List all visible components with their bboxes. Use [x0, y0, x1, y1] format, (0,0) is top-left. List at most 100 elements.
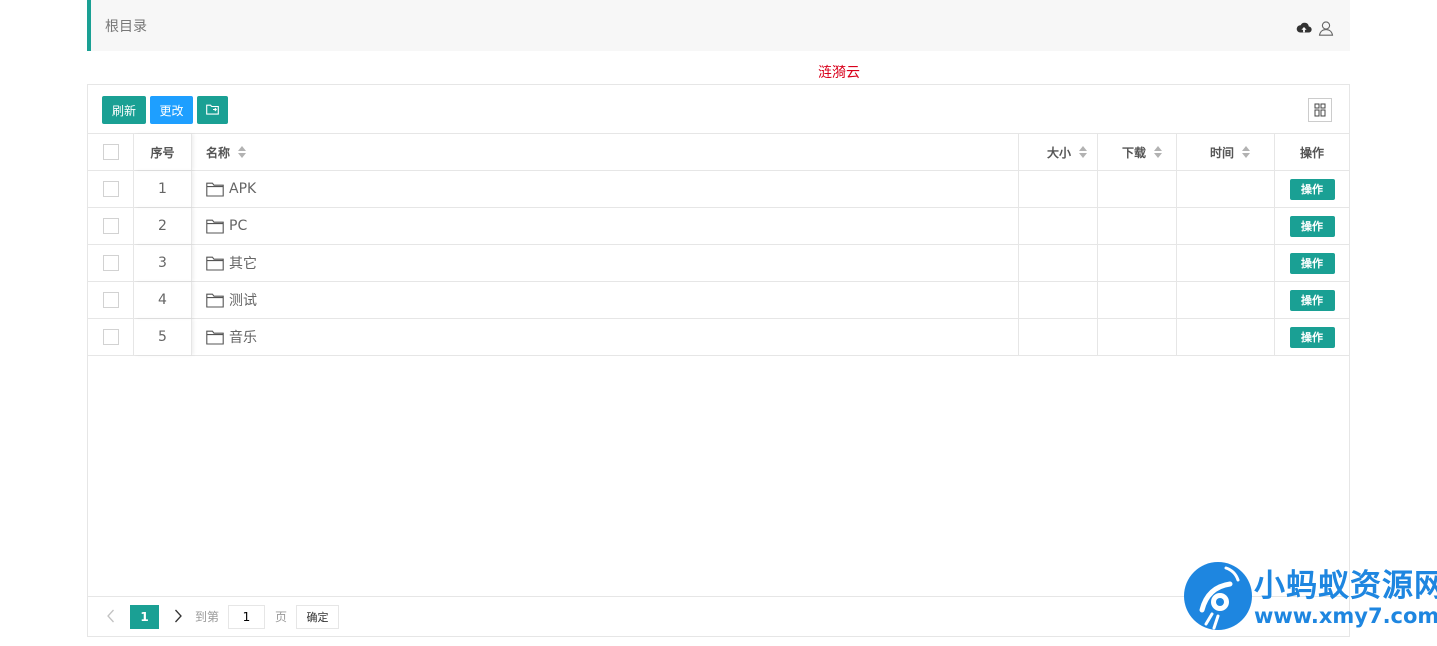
row-time	[1177, 208, 1275, 244]
current-page[interactable]: 1	[130, 605, 159, 629]
table-body: 1 APK 操作 2 PC 操作 3 其它 操作 4 测试 操作 5 音乐 操作	[88, 171, 1349, 356]
header-time-label: 时间	[1209, 145, 1234, 160]
watermark-url: www.xmy7.com	[1254, 604, 1437, 628]
row-index: 1	[134, 171, 192, 207]
row-name-cell[interactable]: PC	[192, 208, 1019, 244]
select-all-checkbox[interactable]	[102, 144, 119, 160]
row-name-cell[interactable]: 其它	[192, 245, 1019, 281]
folder-move-button[interactable]	[197, 96, 228, 124]
columns-filter-button[interactable]	[1308, 98, 1332, 122]
goto-label: 到第	[195, 610, 220, 624]
row-name[interactable]: 其它	[229, 253, 257, 273]
row-downloads	[1098, 208, 1177, 244]
breadcrumb-bar: 根目录	[87, 0, 1350, 51]
columns-grid-icon	[1314, 103, 1326, 117]
header-checkbox-cell	[88, 134, 134, 170]
row-downloads	[1098, 171, 1177, 207]
folder-icon	[206, 330, 224, 345]
row-index: 5	[134, 319, 192, 355]
header-name-label: 名称	[206, 145, 231, 160]
folder-icon	[206, 182, 224, 197]
row-name[interactable]: APK	[229, 181, 256, 197]
row-downloads	[1098, 282, 1177, 318]
row-actions-cell: 操作	[1275, 208, 1349, 244]
brand-name: 涟漪云	[818, 65, 860, 81]
row-checkbox[interactable]	[102, 292, 119, 308]
table-row[interactable]: 5 音乐 操作	[88, 319, 1349, 356]
watermark-title: 小蚂蚁资源网	[1254, 568, 1437, 604]
sort-icon[interactable]	[238, 145, 247, 159]
table-row[interactable]: 2 PC 操作	[88, 208, 1349, 245]
row-time	[1177, 171, 1275, 207]
page-label: 页	[275, 610, 288, 624]
pagination: 1 到第 页 确定	[88, 596, 1349, 637]
folder-move-icon	[206, 104, 219, 115]
refresh-button[interactable]: 刷新	[102, 96, 146, 124]
folder-icon	[206, 256, 224, 271]
table-row[interactable]: 4 测试 操作	[88, 282, 1349, 319]
row-checkbox[interactable]	[102, 181, 119, 197]
row-time	[1177, 245, 1275, 281]
row-checkbox[interactable]	[102, 329, 119, 345]
sort-icon[interactable]	[1154, 145, 1162, 159]
row-checkbox[interactable]	[102, 218, 119, 234]
row-action-button[interactable]: 操作	[1289, 252, 1335, 274]
row-action-button[interactable]: 操作	[1289, 178, 1335, 200]
row-checkbox-cell	[88, 319, 134, 355]
table-row[interactable]: 1 APK 操作	[88, 171, 1349, 208]
row-size	[1019, 171, 1098, 207]
breadcrumb[interactable]: 根目录	[105, 16, 147, 36]
row-downloads	[1098, 319, 1177, 355]
header-name[interactable]: 名称	[192, 134, 1019, 170]
row-checkbox-cell	[88, 208, 134, 244]
row-time	[1177, 319, 1275, 355]
chevron-left-icon[interactable]	[104, 607, 118, 625]
row-checkbox-cell	[88, 282, 134, 318]
header-size[interactable]: 大小	[1019, 134, 1098, 170]
header-downloads[interactable]: 下载	[1098, 134, 1177, 170]
sort-icon[interactable]	[1079, 145, 1087, 159]
cloud-upload-icon[interactable]	[1296, 20, 1312, 36]
row-action-button[interactable]: 操作	[1289, 326, 1335, 348]
row-index: 4	[134, 282, 192, 318]
row-name-cell[interactable]: APK	[192, 171, 1019, 207]
row-name[interactable]: 音乐	[229, 327, 257, 347]
row-downloads	[1098, 245, 1177, 281]
header-time[interactable]: 时间	[1177, 134, 1275, 170]
header-downloads-label: 下载	[1121, 145, 1146, 160]
row-actions-cell: 操作	[1275, 282, 1349, 318]
confirm-button[interactable]: 确定	[296, 605, 339, 629]
page-number-input[interactable]	[228, 605, 265, 629]
folder-icon	[206, 219, 224, 234]
chevron-right-icon[interactable]	[171, 607, 185, 625]
header-size-label: 大小	[1046, 145, 1071, 160]
row-time	[1177, 282, 1275, 318]
header-actions: 操作	[1299, 145, 1324, 160]
row-index: 3	[134, 245, 192, 281]
table-header-row: 序号 名称 大小 下载 时间 操作	[88, 134, 1349, 171]
row-name-cell[interactable]: 测试	[192, 282, 1019, 318]
row-action-button[interactable]: 操作	[1289, 215, 1335, 237]
row-size	[1019, 245, 1098, 281]
row-actions-cell: 操作	[1275, 245, 1349, 281]
file-panel: 刷新 更改 序号 名称 大小 下载 时间 操作 1 APK 操作 2 PC 操作 3 其它 操作…	[87, 84, 1350, 637]
row-actions-cell: 操作	[1275, 319, 1349, 355]
row-name-cell[interactable]: 音乐	[192, 319, 1019, 355]
change-button[interactable]: 更改	[150, 96, 193, 124]
row-action-button[interactable]: 操作	[1289, 289, 1335, 311]
row-size	[1019, 319, 1098, 355]
table-row[interactable]: 3 其它 操作	[88, 245, 1349, 282]
header-index: 序号	[134, 134, 192, 170]
row-checkbox-cell	[88, 245, 134, 281]
row-name[interactable]: 测试	[229, 290, 257, 310]
folder-icon	[206, 293, 224, 308]
row-size	[1019, 282, 1098, 318]
row-name[interactable]: PC	[229, 218, 247, 234]
row-checkbox[interactable]	[102, 255, 119, 271]
sort-icon[interactable]	[1242, 145, 1250, 159]
ant-logo-icon	[1184, 562, 1252, 630]
row-checkbox-cell	[88, 171, 134, 207]
row-actions-cell: 操作	[1275, 171, 1349, 207]
user-icon[interactable]	[1318, 20, 1334, 36]
row-size	[1019, 208, 1098, 244]
